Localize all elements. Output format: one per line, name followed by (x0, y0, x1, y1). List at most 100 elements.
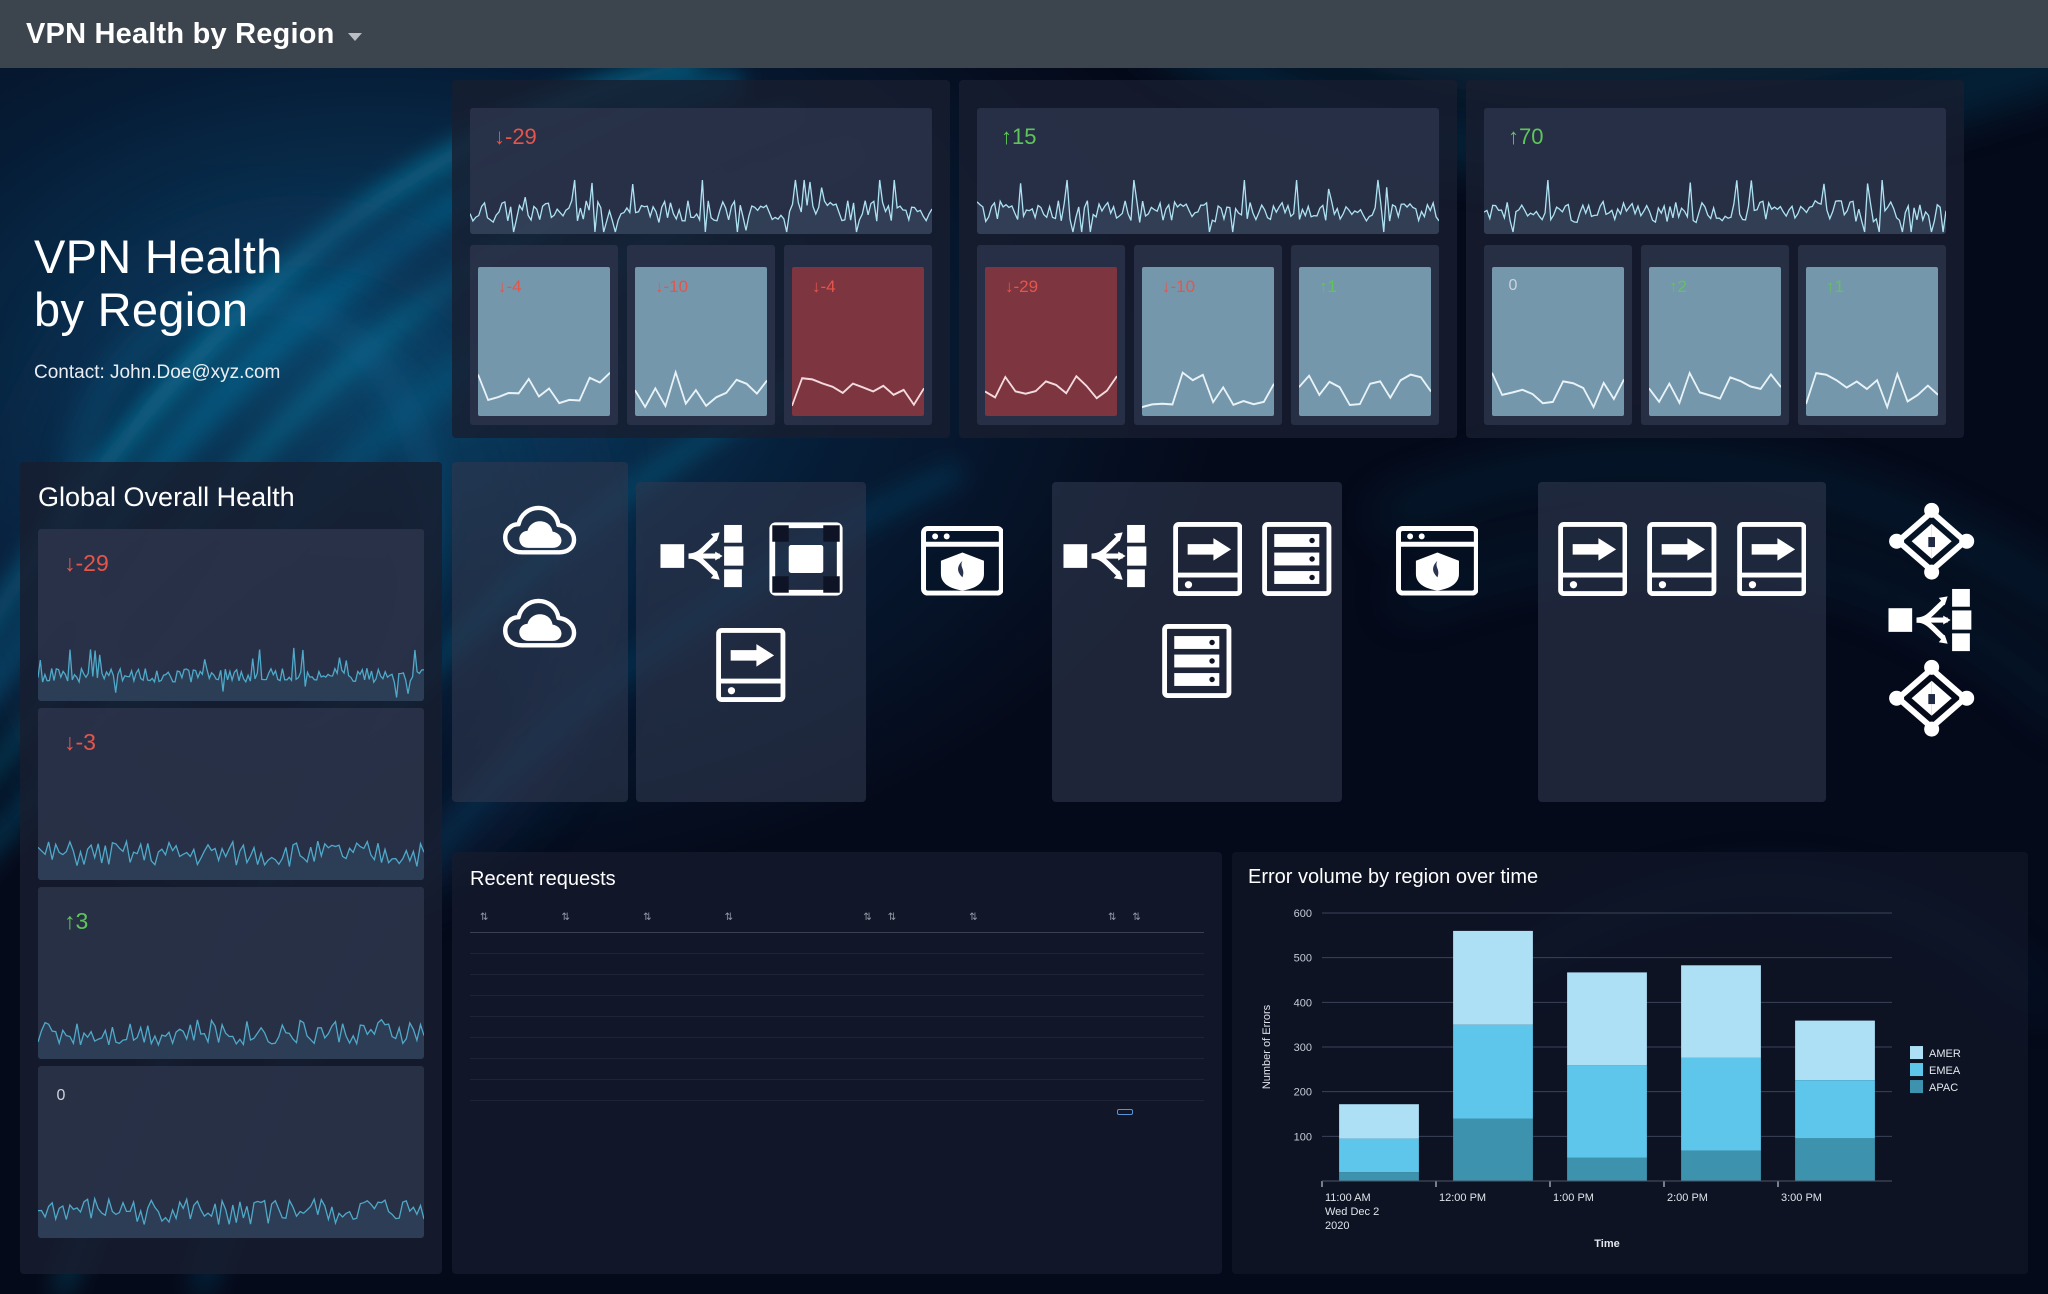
table-row[interactable] (470, 954, 1204, 975)
metric-tile-sessions[interactable]: ↓-10 (627, 245, 775, 425)
table-cell (796, 1017, 878, 1038)
overall-health-tile[interactable]: ↓-29 (470, 108, 932, 234)
table-cell (715, 1038, 797, 1059)
delta-value: ↓-4 (812, 277, 836, 296)
topology-node[interactable] (503, 502, 577, 559)
global-card-disconnects[interactable]: 0 (38, 1066, 424, 1238)
table-cell (878, 933, 960, 954)
table-row[interactable] (470, 996, 1204, 1017)
table-row[interactable] (470, 975, 1204, 996)
metric-tile-disconnects[interactable]: ↓-4 (784, 245, 932, 425)
sort-icon[interactable]: ⇅ (888, 912, 896, 923)
metric-tile-sessions[interactable]: ↑2 (1641, 245, 1789, 425)
table-row[interactable] (470, 1059, 1204, 1080)
global-card-incidents[interactable]: ↓-3 (38, 708, 424, 880)
topology-node[interactable] (716, 628, 786, 704)
topology-group-infrastructure (452, 462, 628, 802)
topology-node[interactable] (1888, 502, 1975, 582)
table-cell (959, 975, 1041, 996)
column-header-_sourcetype[interactable]: ⇅ (959, 903, 1041, 933)
metric-sparkline (985, 362, 1117, 416)
recent-requests-title: Recent requests (470, 868, 616, 890)
table-cell (552, 975, 634, 996)
global-card-sessions[interactable]: ↑3 (38, 887, 424, 1059)
metric-tile-disconnects[interactable]: ↑1 (1291, 245, 1439, 425)
column-header-_raw[interactable]: ⇅ (714, 903, 797, 933)
column-header-_time[interactable]: ⇅ (1122, 903, 1204, 933)
column-header-_indextime[interactable]: ⇅ (633, 903, 715, 933)
column-header-_si[interactable]: ⇅ (877, 903, 960, 933)
overall-health-tile[interactable]: ↑70 (1484, 108, 1946, 234)
table-row[interactable] (470, 1017, 1204, 1038)
svg-text:3:00 PM: 3:00 PM (1781, 1192, 1822, 1204)
table-cell (796, 996, 878, 1017)
table-cell (470, 954, 552, 975)
delta-value: ↑15 (1001, 124, 1037, 149)
pager-page-1[interactable] (1117, 1109, 1133, 1115)
overall-health-tile[interactable]: ↑15 (977, 108, 1439, 234)
table-row[interactable] (470, 933, 1204, 954)
table-cell (633, 1059, 715, 1080)
table-cell (959, 1059, 1041, 1080)
table-cell (1041, 1059, 1123, 1080)
global-card-health-score[interactable]: ↓-29 (38, 529, 424, 701)
metric-tile-incidents[interactable]: ↓-4 (470, 245, 618, 425)
topology-node[interactable] (1736, 522, 1807, 598)
metric-sparkline (1492, 362, 1624, 416)
column-header-_subsecond[interactable]: ⇅ (1040, 903, 1123, 933)
delta-value: ↓-29 (1005, 277, 1039, 296)
table-cell (1122, 1038, 1204, 1059)
table-cell (633, 933, 715, 954)
table-cell (633, 996, 715, 1017)
metric-body: ↓-10 (635, 267, 767, 416)
recent-requests-panel: Recent requests ⇅ ⇅ ⇅ ⇅ ⇅ ⇅ ⇅ ⇅ ⇅ (452, 852, 1222, 1274)
sort-icon[interactable]: ⇅ (480, 912, 488, 923)
svg-text:2020: 2020 (1325, 1220, 1349, 1232)
sort-icon[interactable]: ⇅ (1108, 912, 1116, 923)
table-cell (633, 1017, 715, 1038)
topology-node[interactable] (1888, 659, 1975, 739)
table-cell (470, 996, 552, 1017)
metric-tile-incidents[interactable]: 0 (1484, 245, 1632, 425)
table-cell (633, 1080, 715, 1101)
topology-node[interactable] (1172, 522, 1243, 598)
column-header-_bkt[interactable]: ⇅ (470, 903, 552, 933)
topology-node[interactable] (659, 522, 749, 598)
topology-node[interactable] (920, 526, 1004, 598)
topology-node[interactable] (1887, 586, 1977, 655)
table-row[interactable] (470, 1080, 1204, 1101)
topology-node[interactable] (1262, 522, 1332, 598)
table-cell (1122, 1080, 1204, 1101)
table-cell (1041, 1017, 1123, 1038)
topology-node[interactable] (1395, 526, 1479, 598)
metric-tile-sessions[interactable]: ↓-10 (1134, 245, 1282, 425)
topology-node[interactable] (503, 595, 577, 652)
column-header-_cd[interactable]: ⇅ (551, 903, 634, 933)
sort-icon[interactable]: ⇅ (643, 912, 651, 923)
metric-tile-incidents[interactable]: ↓-29 (977, 245, 1125, 425)
column-header-_serial[interactable]: ⇅ (796, 903, 878, 933)
delta-value: ↓-4 (498, 277, 522, 296)
table-cell (470, 1080, 552, 1101)
overall-health-label (1484, 108, 1946, 118)
table-cell (959, 1038, 1041, 1059)
sort-icon[interactable]: ⇅ (1132, 912, 1140, 923)
topology-node[interactable] (1062, 522, 1152, 598)
svg-text:Wed Dec 2: Wed Dec 2 (1325, 1206, 1379, 1218)
sort-icon[interactable]: ⇅ (969, 912, 977, 923)
metric-tile-disconnects[interactable]: ↑1 (1798, 245, 1946, 425)
topology-node[interactable] (1557, 522, 1628, 598)
pagination[interactable] (470, 1101, 1204, 1115)
topology-node[interactable] (769, 522, 843, 598)
sort-icon[interactable]: ⇅ (562, 912, 570, 923)
global-card-sparkline (38, 1172, 424, 1238)
sort-icon[interactable]: ⇅ (725, 912, 733, 923)
global-panel-title: Global Overall Health (38, 482, 295, 512)
delta-value: ↑70 (1508, 124, 1544, 149)
requests-table: ⇅ ⇅ ⇅ ⇅ ⇅ ⇅ ⇅ ⇅ ⇅ (470, 903, 1204, 1101)
sort-icon[interactable]: ⇅ (863, 912, 871, 923)
chevron-down-icon[interactable] (347, 33, 362, 41)
topology-node[interactable] (1647, 522, 1717, 598)
topology-node[interactable] (1162, 624, 1232, 700)
table-row[interactable] (470, 1038, 1204, 1059)
